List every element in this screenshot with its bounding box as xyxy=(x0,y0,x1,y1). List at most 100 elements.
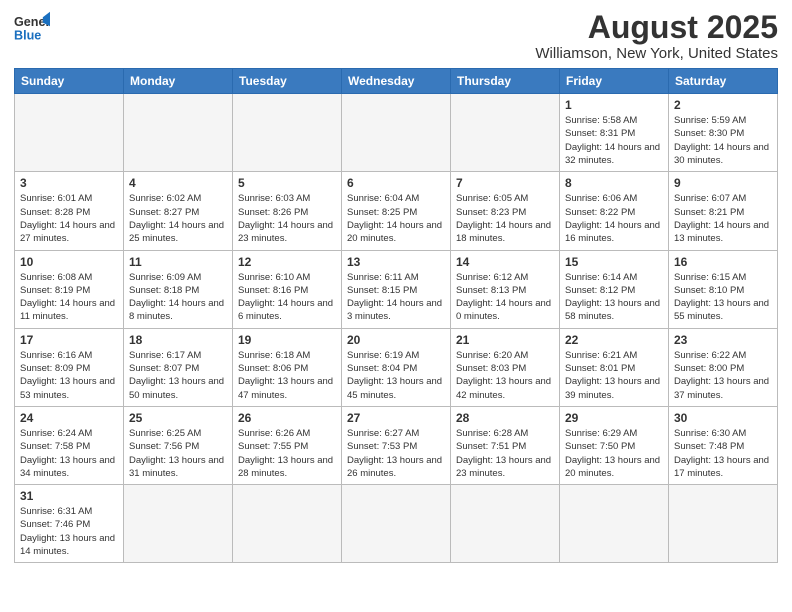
day-cell: 23 Sunrise: 6:22 AM Sunset: 8:00 PM Dayli… xyxy=(669,328,778,406)
day-number: 10 xyxy=(20,255,118,269)
day-info: Sunrise: 6:03 AM Sunset: 8:26 PM Dayligh… xyxy=(238,192,336,245)
day-number: 31 xyxy=(20,489,118,503)
weekday-saturday: Saturday xyxy=(669,69,778,94)
day-number: 8 xyxy=(565,176,663,190)
day-info: Sunrise: 6:02 AM Sunset: 8:27 PM Dayligh… xyxy=(129,192,227,245)
day-cell: 12 Sunrise: 6:10 AM Sunset: 8:16 PM Dayli… xyxy=(233,250,342,328)
calendar-table: SundayMondayTuesdayWednesdayThursdayFrid… xyxy=(14,68,778,563)
day-info: Sunrise: 6:12 AM Sunset: 8:13 PM Dayligh… xyxy=(456,271,554,324)
weekday-monday: Monday xyxy=(124,69,233,94)
day-cell: 25Sunrise: 6:25 AM Sunset: 7:56 PM Dayli… xyxy=(124,406,233,484)
weekday-friday: Friday xyxy=(560,69,669,94)
day-info: Sunrise: 6:22 AM Sunset: 8:00 PM Dayligh… xyxy=(674,349,772,402)
day-info: Sunrise: 6:17 AM Sunset: 8:07 PM Dayligh… xyxy=(129,349,227,402)
day-cell: 4 Sunrise: 6:02 AM Sunset: 8:27 PM Daylig… xyxy=(124,172,233,250)
generalblue-logo-icon: General Blue xyxy=(14,10,50,46)
day-cell xyxy=(233,94,342,172)
calendar-title: August 2025 xyxy=(535,10,778,45)
weekday-sunday: Sunday xyxy=(15,69,124,94)
day-info: Sunrise: 6:24 AM Sunset: 7:58 PM Dayligh… xyxy=(20,427,118,480)
day-cell xyxy=(124,485,233,563)
day-number: 23 xyxy=(674,333,772,347)
day-cell: 15 Sunrise: 6:14 AM Sunset: 8:12 PM Dayli… xyxy=(560,250,669,328)
day-number: 27 xyxy=(347,411,445,425)
day-cell xyxy=(342,485,451,563)
day-cell: 14 Sunrise: 6:12 AM Sunset: 8:13 PM Dayli… xyxy=(451,250,560,328)
day-cell: 8 Sunrise: 6:06 AM Sunset: 8:22 PM Daylig… xyxy=(560,172,669,250)
day-cell: 1 Sunrise: 5:58 AM Sunset: 8:31 PM Daylig… xyxy=(560,94,669,172)
day-info: Sunrise: 6:29 AM Sunset: 7:50 PM Dayligh… xyxy=(565,427,663,480)
day-cell: 19 Sunrise: 6:18 AM Sunset: 8:06 PM Dayli… xyxy=(233,328,342,406)
day-number: 17 xyxy=(20,333,118,347)
day-number: 15 xyxy=(565,255,663,269)
day-cell: 29 Sunrise: 6:29 AM Sunset: 7:50 PM Dayli… xyxy=(560,406,669,484)
day-number: 3 xyxy=(20,176,118,190)
day-cell: 10Sunrise: 6:08 AM Sunset: 8:19 PM Dayli… xyxy=(15,250,124,328)
day-info: Sunrise: 6:21 AM Sunset: 8:01 PM Dayligh… xyxy=(565,349,663,402)
day-cell: 7 Sunrise: 6:05 AM Sunset: 8:23 PM Daylig… xyxy=(451,172,560,250)
day-number: 19 xyxy=(238,333,336,347)
day-number: 11 xyxy=(129,255,227,269)
day-number: 7 xyxy=(456,176,554,190)
day-info: Sunrise: 6:04 AM Sunset: 8:25 PM Dayligh… xyxy=(347,192,445,245)
page: General Blue August 2025 Williamson, New… xyxy=(0,0,792,573)
day-cell: 22Sunrise: 6:21 AM Sunset: 8:01 PM Dayli… xyxy=(560,328,669,406)
title-block: August 2025 Williamson, New York, United… xyxy=(535,10,778,62)
day-info: Sunrise: 6:28 AM Sunset: 7:51 PM Dayligh… xyxy=(456,427,554,480)
day-cell: 6 Sunrise: 6:04 AM Sunset: 8:25 PM Daylig… xyxy=(342,172,451,250)
day-info: Sunrise: 6:20 AM Sunset: 8:03 PM Dayligh… xyxy=(456,349,554,402)
day-number: 9 xyxy=(674,176,772,190)
day-cell xyxy=(560,485,669,563)
svg-text:Blue: Blue xyxy=(14,29,41,43)
day-number: 5 xyxy=(238,176,336,190)
day-cell: 30Sunrise: 6:30 AM Sunset: 7:48 PM Dayli… xyxy=(669,406,778,484)
day-number: 25 xyxy=(129,411,227,425)
day-cell: 24 Sunrise: 6:24 AM Sunset: 7:58 PM Dayli… xyxy=(15,406,124,484)
day-number: 12 xyxy=(238,255,336,269)
day-info: Sunrise: 6:19 AM Sunset: 8:04 PM Dayligh… xyxy=(347,349,445,402)
day-cell: 2Sunrise: 5:59 AM Sunset: 8:30 PM Daylig… xyxy=(669,94,778,172)
day-number: 2 xyxy=(674,98,772,112)
day-info: Sunrise: 6:26 AM Sunset: 7:55 PM Dayligh… xyxy=(238,427,336,480)
day-info: Sunrise: 6:15 AM Sunset: 8:10 PM Dayligh… xyxy=(674,271,772,324)
day-info: Sunrise: 6:09 AM Sunset: 8:18 PM Dayligh… xyxy=(129,271,227,324)
day-info: Sunrise: 6:16 AM Sunset: 8:09 PM Dayligh… xyxy=(20,349,118,402)
day-number: 28 xyxy=(456,411,554,425)
day-number: 26 xyxy=(238,411,336,425)
day-cell xyxy=(15,94,124,172)
day-info: Sunrise: 5:58 AM Sunset: 8:31 PM Dayligh… xyxy=(565,114,663,167)
week-row-6: 31Sunrise: 6:31 AM Sunset: 7:46 PM Dayli… xyxy=(15,485,778,563)
day-info: Sunrise: 6:06 AM Sunset: 8:22 PM Dayligh… xyxy=(565,192,663,245)
day-number: 16 xyxy=(674,255,772,269)
day-number: 20 xyxy=(347,333,445,347)
day-info: Sunrise: 6:30 AM Sunset: 7:48 PM Dayligh… xyxy=(674,427,772,480)
day-info: Sunrise: 6:10 AM Sunset: 8:16 PM Dayligh… xyxy=(238,271,336,324)
day-cell: 3 Sunrise: 6:01 AM Sunset: 8:28 PM Daylig… xyxy=(15,172,124,250)
day-info: Sunrise: 6:01 AM Sunset: 8:28 PM Dayligh… xyxy=(20,192,118,245)
week-row-4: 17 Sunrise: 6:16 AM Sunset: 8:09 PM Dayli… xyxy=(15,328,778,406)
day-number: 4 xyxy=(129,176,227,190)
weekday-tuesday: Tuesday xyxy=(233,69,342,94)
week-row-2: 3 Sunrise: 6:01 AM Sunset: 8:28 PM Daylig… xyxy=(15,172,778,250)
weekday-thursday: Thursday xyxy=(451,69,560,94)
day-number: 21 xyxy=(456,333,554,347)
day-number: 1 xyxy=(565,98,663,112)
weekday-header-row: SundayMondayTuesdayWednesdayThursdayFrid… xyxy=(15,69,778,94)
day-cell: 5 Sunrise: 6:03 AM Sunset: 8:26 PM Daylig… xyxy=(233,172,342,250)
day-number: 29 xyxy=(565,411,663,425)
day-number: 14 xyxy=(456,255,554,269)
day-number: 18 xyxy=(129,333,227,347)
day-info: Sunrise: 6:14 AM Sunset: 8:12 PM Dayligh… xyxy=(565,271,663,324)
day-number: 6 xyxy=(347,176,445,190)
day-cell: 16 Sunrise: 6:15 AM Sunset: 8:10 PM Dayli… xyxy=(669,250,778,328)
day-cell: 31Sunrise: 6:31 AM Sunset: 7:46 PM Dayli… xyxy=(15,485,124,563)
day-number: 13 xyxy=(347,255,445,269)
day-cell xyxy=(451,94,560,172)
day-cell: 26 Sunrise: 6:26 AM Sunset: 7:55 PM Dayli… xyxy=(233,406,342,484)
day-cell xyxy=(124,94,233,172)
day-number: 24 xyxy=(20,411,118,425)
day-info: Sunrise: 6:18 AM Sunset: 8:06 PM Dayligh… xyxy=(238,349,336,402)
day-info: Sunrise: 6:05 AM Sunset: 8:23 PM Dayligh… xyxy=(456,192,554,245)
week-row-5: 24 Sunrise: 6:24 AM Sunset: 7:58 PM Dayli… xyxy=(15,406,778,484)
week-row-3: 10Sunrise: 6:08 AM Sunset: 8:19 PM Dayli… xyxy=(15,250,778,328)
